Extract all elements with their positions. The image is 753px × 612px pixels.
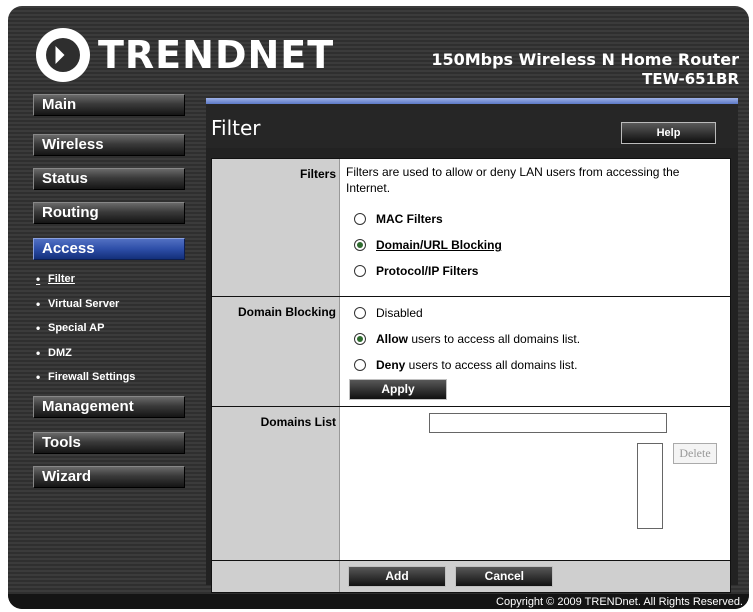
domain-blocking-disabled-radio[interactable] <box>354 307 366 319</box>
deny-rest: users to access all domains list. <box>405 358 578 372</box>
protocol-ip-filters-option[interactable]: Protocol/IP Filters <box>346 258 724 284</box>
filters-value: Filters are used to allow or deny LAN us… <box>340 159 730 296</box>
filters-row: Filters Filters are used to allow or den… <box>212 159 730 297</box>
bullet-icon: • <box>36 272 41 287</box>
submenu-item-label: Special AP <box>48 322 105 335</box>
nav-main-button[interactable]: Main <box>33 94 185 116</box>
actions-value: Add Cancel <box>340 561 730 592</box>
submenu-item-dmz[interactable]: • DMZ <box>36 341 186 366</box>
nav-wizard-button[interactable]: Wizard <box>33 466 185 488</box>
domain-url-blocking-label: Domain/URL Blocking <box>376 238 502 252</box>
submenu-item-label: DMZ <box>48 346 72 359</box>
footer: Copyright © 2009 TRENDnet. All Rights Re… <box>8 594 749 609</box>
copyright-text: Copyright © 2009 TRENDnet. All Rights Re… <box>496 596 743 608</box>
domain-blocking-allow-label: Allow users to access all domains list. <box>376 332 580 346</box>
product-info: 150Mbps Wireless N Home Router TEW-651BR <box>431 50 739 88</box>
content-panel: Filter Help Filters Filters are used to … <box>206 98 738 593</box>
brand-name: TRENDNET <box>98 33 335 77</box>
help-button[interactable]: Help <box>621 122 716 144</box>
actions-label-cell <box>212 561 340 592</box>
submenu-item-filter[interactable]: • Filter <box>36 267 186 292</box>
domain-blocking-allow-option[interactable]: Allow users to access all domains list. <box>346 326 724 352</box>
domain-blocking-value: Disabled Allow users to access all domai… <box>340 297 730 406</box>
nav-management-button[interactable]: Management <box>33 396 185 418</box>
domain-blocking-label: Domain Blocking <box>212 297 340 406</box>
mac-filters-option[interactable]: MAC Filters <box>346 206 724 232</box>
add-button[interactable]: Add <box>348 566 446 587</box>
domain-url-blocking-radio[interactable] <box>354 239 366 251</box>
domain-blocking-row: Domain Blocking Disabled Allow users to … <box>212 297 730 407</box>
filter-settings-table: Filters Filters are used to allow or den… <box>211 158 731 593</box>
nav-routing-button[interactable]: Routing <box>33 202 185 224</box>
mac-filters-radio[interactable] <box>354 213 366 225</box>
bullet-icon: • <box>36 321 41 336</box>
product-name: 150Mbps Wireless N Home Router <box>431 50 739 69</box>
submenu-item-special-ap[interactable]: • Special AP <box>36 316 186 341</box>
submenu-item-label: Firewall Settings <box>48 371 136 384</box>
trendnet-logo: TRENDNET <box>36 26 334 84</box>
filters-description: Filters are used to allow or deny LAN us… <box>346 165 680 195</box>
domains-list-row: Domains List Delete <box>212 407 730 561</box>
trendnet-logo-icon <box>36 28 90 82</box>
domain-blocking-allow-radio[interactable] <box>354 333 366 345</box>
bullet-icon: • <box>36 296 41 311</box>
actions-row: Add Cancel <box>212 561 730 592</box>
deny-word: Deny <box>376 358 406 372</box>
domain-blocking-deny-radio[interactable] <box>354 359 366 371</box>
nav-access-button[interactable]: Access <box>33 238 185 260</box>
submenu-item-firewall-settings[interactable]: • Firewall Settings <box>36 365 186 390</box>
page-title: Filter <box>211 116 261 140</box>
domain-url-blocking-option[interactable]: Domain/URL Blocking <box>346 232 724 258</box>
apply-button[interactable]: Apply <box>349 379 447 400</box>
submenu-item-label: Filter <box>48 273 75 286</box>
domain-blocking-deny-label: Deny users to access all domains list. <box>376 358 577 372</box>
allow-rest: users to access all domains list. <box>408 332 581 346</box>
bullet-icon: • <box>36 345 41 360</box>
domain-blocking-disabled-option[interactable]: Disabled <box>346 300 724 326</box>
submenu-item-label: Virtual Server <box>48 297 120 310</box>
domains-listbox[interactable] <box>637 443 663 529</box>
cancel-button[interactable]: Cancel <box>455 566 554 587</box>
nav-status-button[interactable]: Status <box>33 168 185 190</box>
product-model: TEW-651BR <box>642 70 739 88</box>
bullet-icon: • <box>36 370 41 385</box>
domain-input[interactable] <box>429 413 667 433</box>
submenu-item-virtual-server[interactable]: • Virtual Server <box>36 292 186 317</box>
filters-label: Filters <box>212 159 340 296</box>
domain-blocking-deny-option[interactable]: Deny users to access all domains list. <box>346 352 724 378</box>
domain-blocking-disabled-label: Disabled <box>376 306 423 320</box>
nav-wireless-button[interactable]: Wireless <box>33 134 185 156</box>
domains-list-label: Domains List <box>212 407 340 560</box>
router-admin-frame: TRENDNET 150Mbps Wireless N Home Router … <box>8 6 749 609</box>
protocol-ip-filters-label: Protocol/IP Filters <box>376 264 479 278</box>
access-submenu: • Filter • Virtual Server • Special AP •… <box>36 267 186 390</box>
content-header: Filter Help <box>206 104 738 148</box>
protocol-ip-filters-radio[interactable] <box>354 265 366 277</box>
nav-tools-button[interactable]: Tools <box>33 432 185 454</box>
allow-word: Allow <box>376 332 408 346</box>
domains-list-value: Delete <box>340 407 730 560</box>
mac-filters-label: MAC Filters <box>376 212 443 226</box>
delete-button[interactable]: Delete <box>673 443 717 464</box>
